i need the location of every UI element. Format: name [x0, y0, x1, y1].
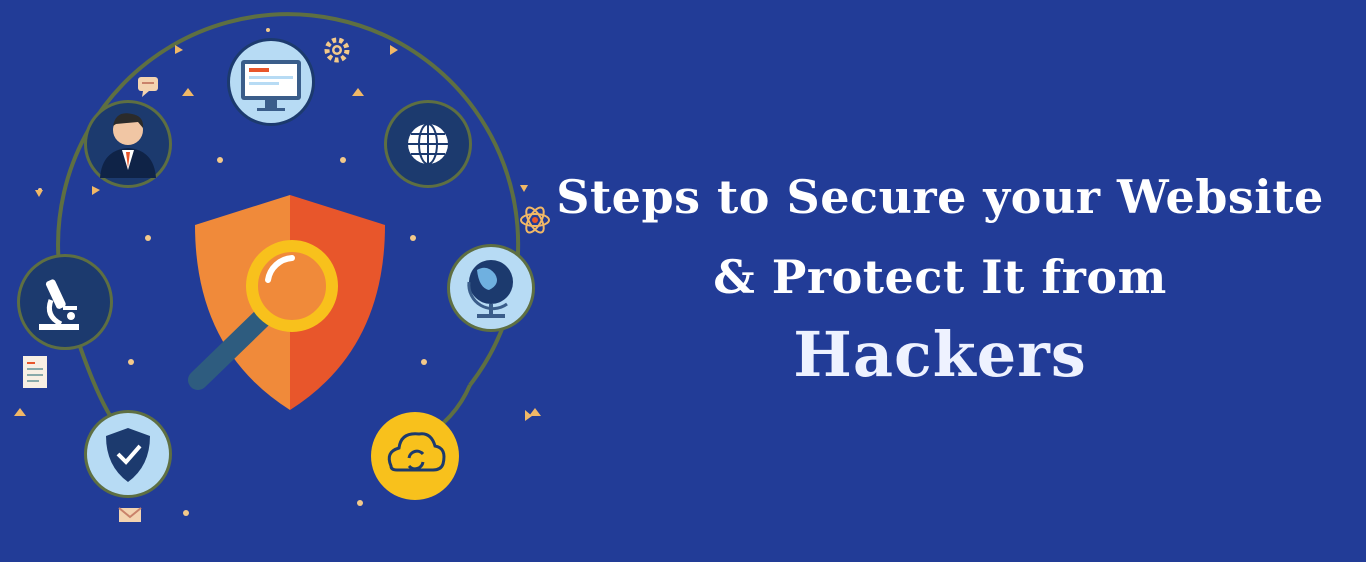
headline-line-2: & Protect It from: [713, 250, 1167, 304]
banner: Steps to Secure your Website & Protect I…: [0, 0, 1366, 562]
shield-magnifier-icon: [188, 195, 385, 410]
gear-icon: [324, 37, 350, 63]
headline-line-1: Steps to Secure your Website: [556, 170, 1324, 224]
chat-bubble-icon: [138, 77, 158, 97]
cloud-sync-icon: [371, 412, 459, 500]
monitor-icon: [227, 38, 315, 126]
shield-check-icon: [84, 410, 172, 498]
headline: Steps to Secure your Website & Protect I…: [520, 160, 1360, 391]
document-icon: [23, 356, 47, 388]
person-icon: [84, 100, 172, 188]
headline-line-3: Hackers: [793, 318, 1087, 391]
microscope-icon: [17, 254, 113, 350]
security-illustration: [14, 12, 550, 522]
mail-icon: [118, 507, 142, 522]
globe-grid-icon: [384, 100, 472, 188]
